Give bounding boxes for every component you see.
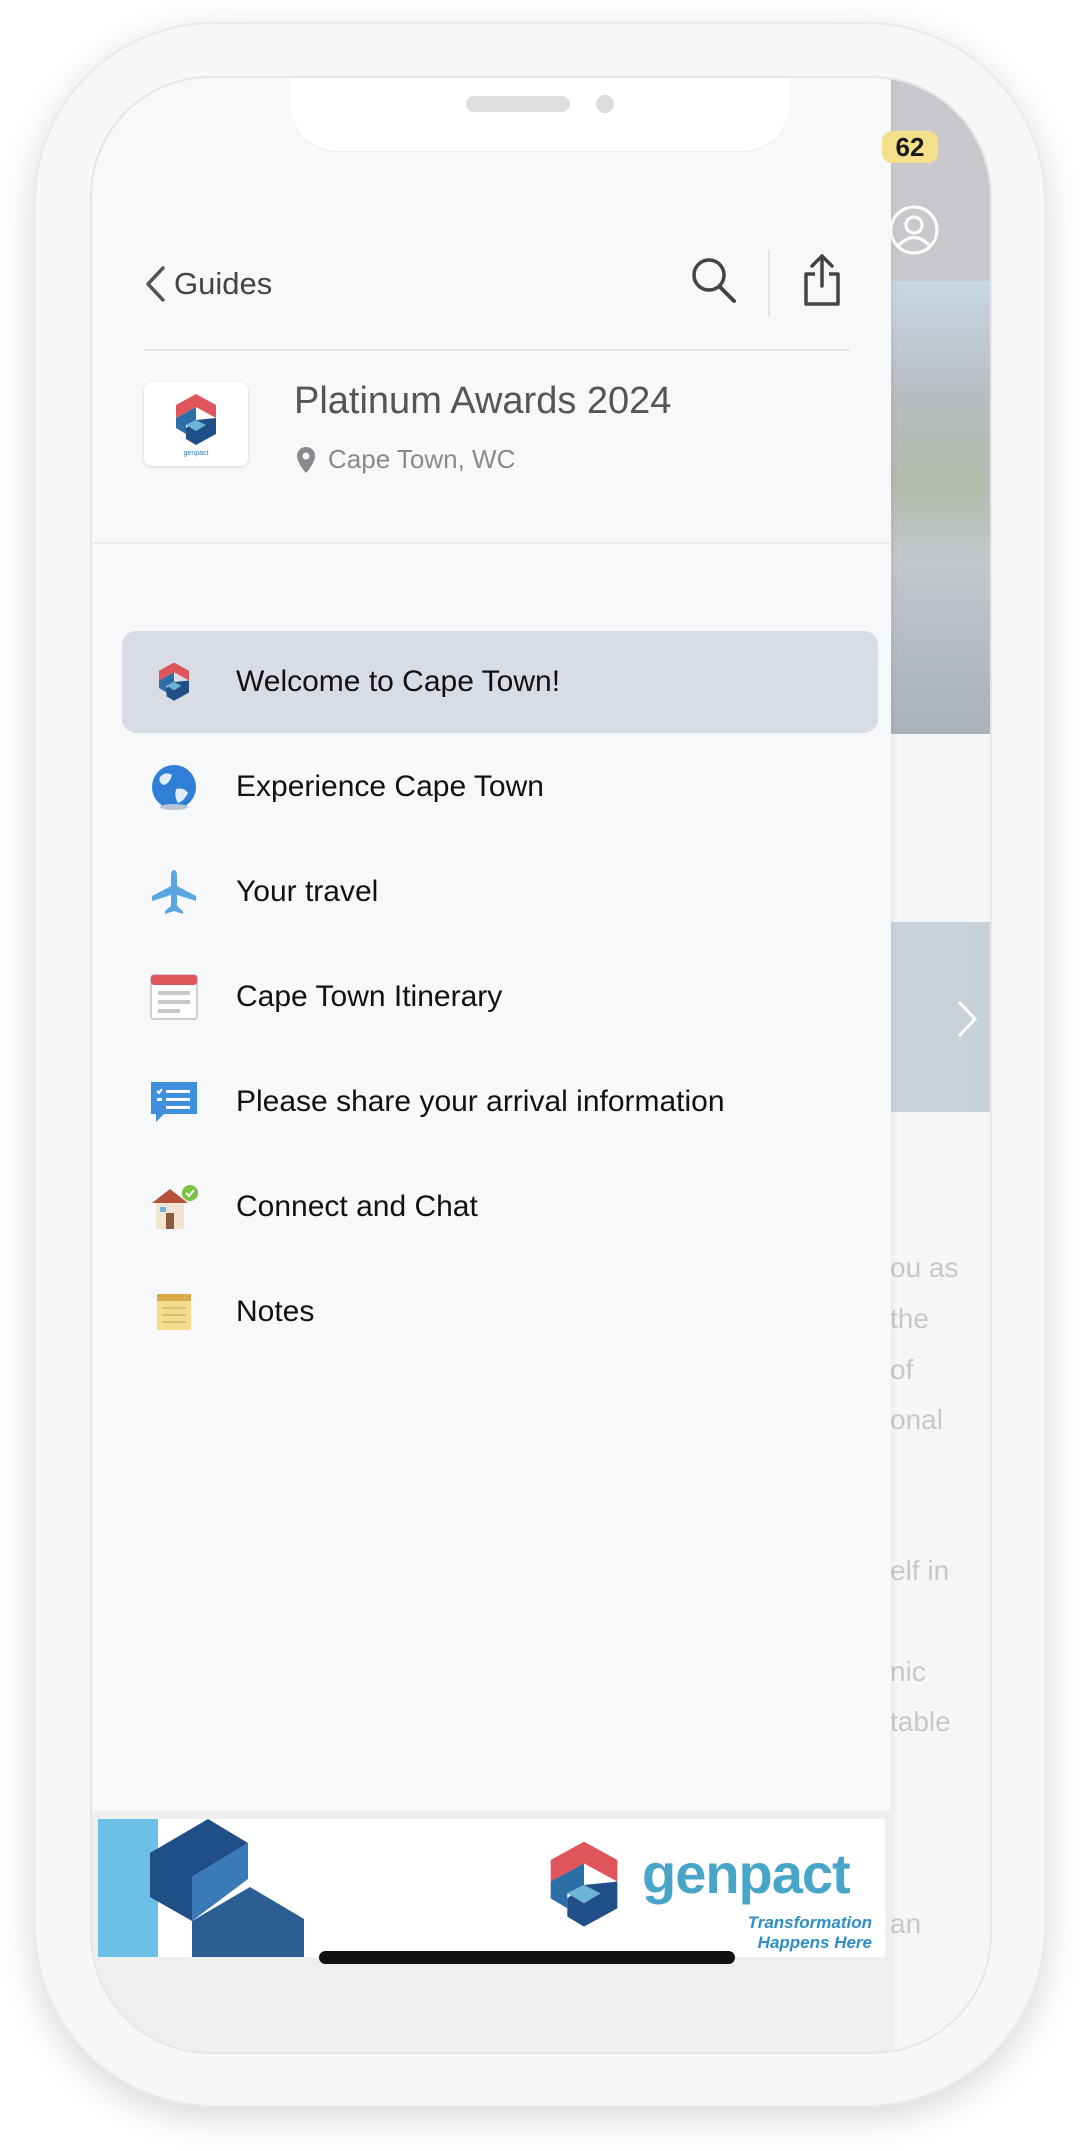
- event-logo-text: genpact: [183, 449, 209, 457]
- background-text: ou as: [890, 1252, 959, 1283]
- menu-item-experience[interactable]: Experience Cape Town: [122, 736, 878, 838]
- menu-item-arrival-info[interactable]: Please share your arrival information: [122, 1051, 878, 1153]
- share-button[interactable]: [802, 252, 842, 313]
- navigation-drawer: Guides genpact Platinum Awards 2024 Cape…: [92, 78, 891, 2052]
- header-divider-line: [144, 349, 850, 351]
- menu-item-label: Welcome to Cape Town!: [236, 665, 561, 698]
- home-indicator[interactable]: [319, 1951, 735, 1964]
- header-divider: [768, 250, 770, 316]
- background-text: the: [890, 1303, 929, 1334]
- menu-item-label: Experience Cape Town: [236, 770, 544, 803]
- event-location-text: Cape Town, WC: [328, 444, 516, 474]
- genpact-logo-icon: [176, 393, 216, 445]
- banner-tagline: Transformation Happens Here: [692, 1913, 872, 1953]
- menu-item-label: Your travel: [236, 875, 379, 908]
- screen: ou as the of onal elf in nic table an 62…: [92, 78, 990, 2052]
- genpact-logo-icon: [144, 652, 204, 712]
- search-icon: [692, 258, 736, 303]
- background-text: elf in: [890, 1555, 950, 1586]
- banner-graphic: [98, 1819, 304, 1957]
- menu-item-label: Connect and Chat: [236, 1190, 478, 1223]
- background-text: nic: [890, 1656, 926, 1687]
- background-text: an: [890, 1908, 922, 1939]
- background-text: table: [890, 1706, 951, 1737]
- background-text: of: [890, 1354, 914, 1385]
- menu-item-connect-chat[interactable]: Connect and Chat: [122, 1156, 878, 1258]
- chevron-left-icon: [146, 266, 165, 302]
- menu-item-itinerary[interactable]: Cape Town Itinerary: [122, 946, 878, 1048]
- globe-icon: [144, 757, 204, 817]
- banner-tagline-line1: Transformation: [747, 1913, 872, 1932]
- notepad-icon: [144, 1282, 204, 1342]
- menu-item-label: Notes: [236, 1295, 315, 1328]
- front-camera: [596, 95, 614, 113]
- share-icon: [804, 254, 840, 306]
- sponsor-banner[interactable]: genpact Transformation Happens Here: [98, 1819, 885, 1957]
- menu-item-welcome[interactable]: Welcome to Cape Town!: [122, 631, 878, 733]
- calendar-icon: [144, 967, 204, 1027]
- menu-item-label: Cape Town Itinerary: [236, 980, 503, 1013]
- chevron-right-icon[interactable]: [956, 999, 978, 1044]
- menu-item-notes[interactable]: Notes: [122, 1261, 878, 1363]
- battery-level: 62: [882, 131, 938, 163]
- event-location: Cape Town, WC: [296, 444, 515, 475]
- search-button[interactable]: [690, 256, 738, 311]
- airplane-icon: [144, 862, 204, 922]
- speaker-grille: [466, 96, 570, 112]
- location-pin-icon: [297, 446, 315, 473]
- banner-tagline-line2: Happens Here: [757, 1933, 872, 1952]
- house-chat-icon: [144, 1177, 204, 1237]
- phone-notch: [290, 78, 790, 151]
- form-chat-icon: [144, 1072, 204, 1132]
- menu-item-label: Please share your arrival information: [236, 1085, 725, 1118]
- back-to-guides-button[interactable]: Guides: [144, 262, 272, 306]
- user-profile-icon[interactable]: [888, 204, 940, 261]
- genpact-logo-icon: [550, 1841, 618, 1927]
- back-button-label: Guides: [174, 266, 273, 301]
- section-divider: [92, 542, 891, 544]
- background-text: onal: [890, 1404, 943, 1435]
- event-logo: genpact: [144, 382, 248, 466]
- banner-brand-name: genpact: [642, 1842, 851, 1905]
- event-title: Platinum Awards 2024: [294, 380, 672, 422]
- menu-item-travel[interactable]: Your travel: [122, 841, 878, 943]
